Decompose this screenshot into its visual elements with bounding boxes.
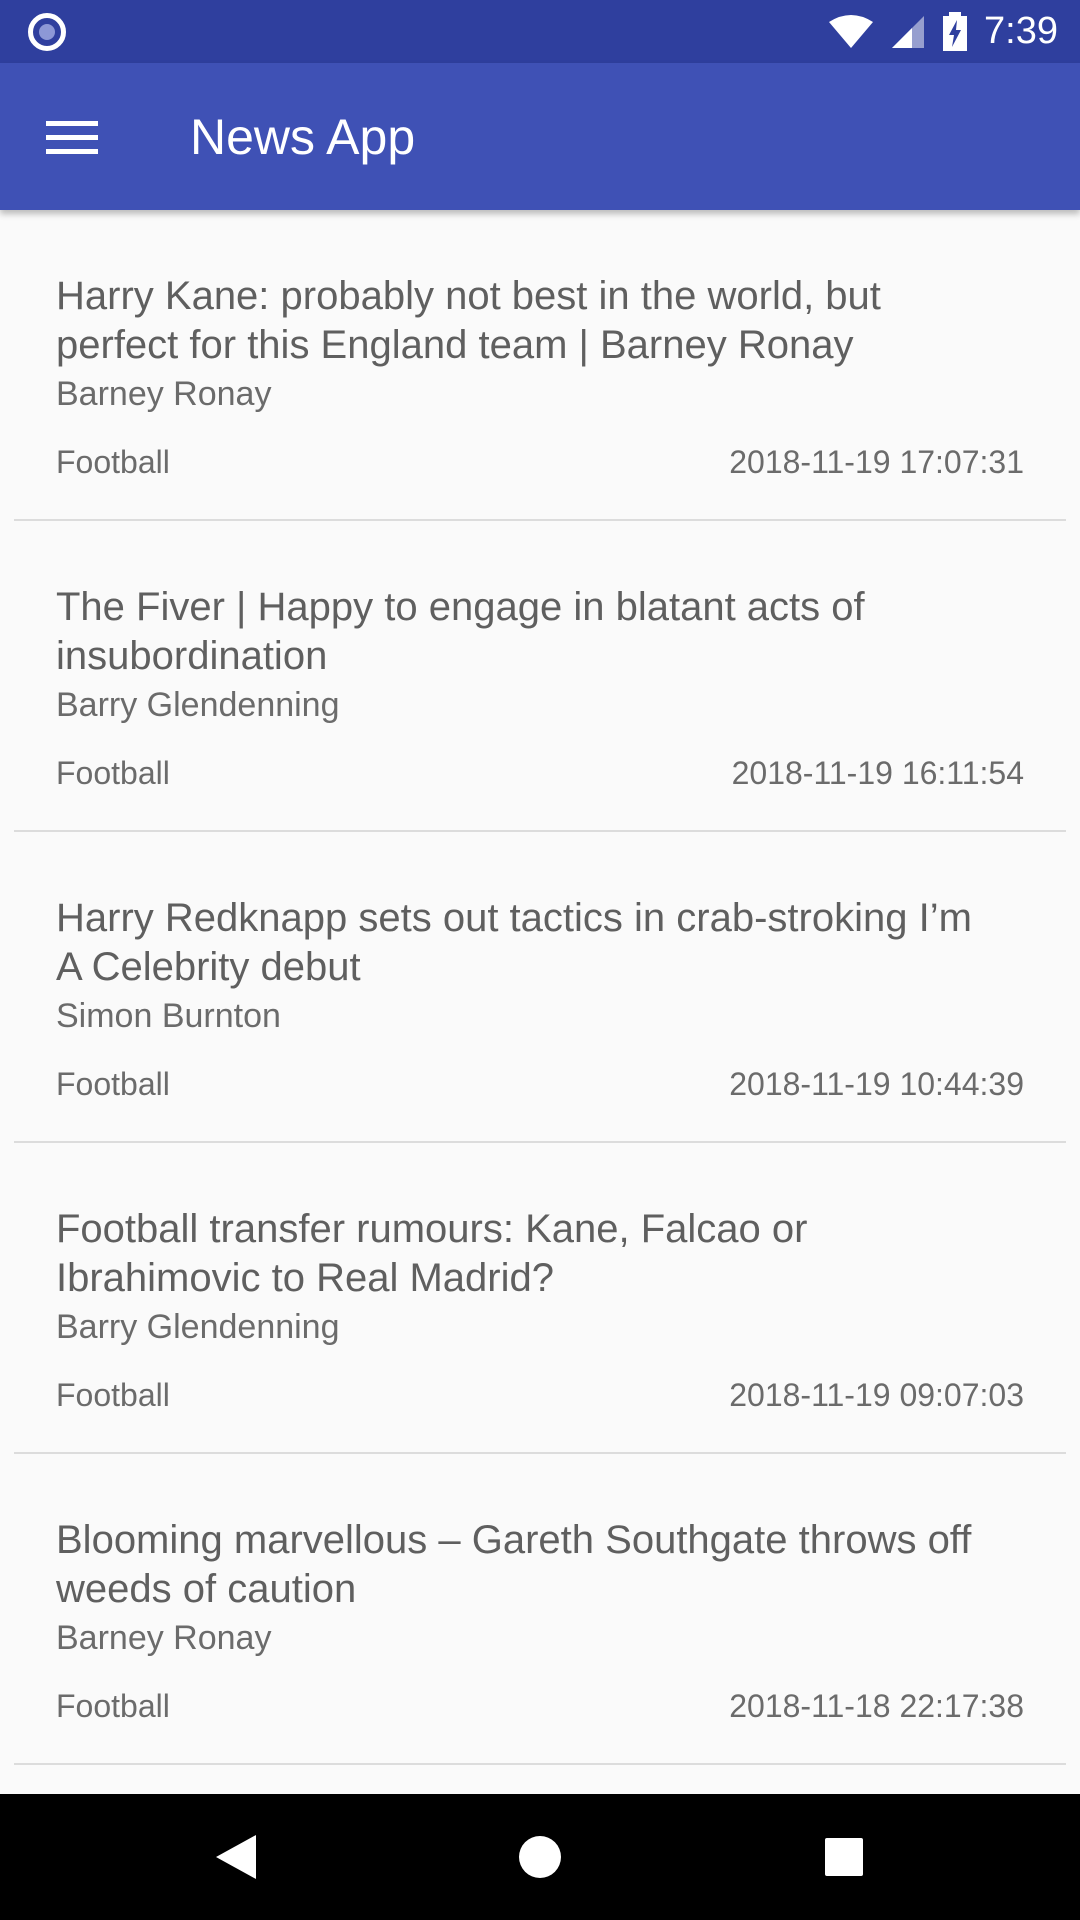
article-section: Football xyxy=(56,1377,170,1413)
article-date: 2018-11-19 16:11:54 xyxy=(731,755,1024,791)
article-card[interactable]: Harry Redknapp sets out tactics in crab-… xyxy=(14,832,1066,1143)
article-title: The Fiver | Happy to engage in blatant a… xyxy=(56,585,865,678)
wifi-icon xyxy=(829,14,874,48)
status-icons: 7:39 xyxy=(828,0,1058,63)
article-section: Football xyxy=(56,444,170,480)
status-time: 7:39 xyxy=(984,10,1058,52)
back-button[interactable] xyxy=(206,1827,266,1887)
article-card[interactable]: Football transfer rumours: Kane, Falcao … xyxy=(14,1143,1066,1454)
article-date: 2018-11-19 10:44:39 xyxy=(729,1066,1024,1102)
article-title: Blooming marvellous – Gareth Southgate t… xyxy=(56,1518,972,1611)
article-list[interactable]: Harry Kane: probably not best in the wor… xyxy=(0,210,1080,1794)
article-title: Harry Redknapp sets out tactics in crab-… xyxy=(56,896,972,989)
article-card[interactable]: Harry Kane: probably not best in the wor… xyxy=(14,210,1066,521)
app-bar: News App xyxy=(0,63,1080,210)
battery-charging-icon xyxy=(943,11,968,51)
notification-dot-icon xyxy=(28,13,66,51)
article-date: 2018-11-19 17:07:31 xyxy=(729,444,1024,480)
app-title: News App xyxy=(190,109,416,165)
article-author: Barney Ronay xyxy=(56,375,272,413)
home-button[interactable] xyxy=(510,1827,570,1887)
article-title: Harry Kane: probably not best in the wor… xyxy=(56,274,881,367)
article-author: Barney Ronay xyxy=(56,1619,272,1657)
article-date: 2018-11-18 22:17:38 xyxy=(729,1688,1024,1724)
status-bar: 7:39 xyxy=(0,0,1080,63)
menu-button[interactable] xyxy=(40,107,104,167)
article-card[interactable]: Blooming marvellous – Gareth Southgate t… xyxy=(14,1454,1066,1765)
back-triangle-icon xyxy=(216,1835,256,1879)
article-title: Football transfer rumours: Kane, Falcao … xyxy=(56,1207,808,1300)
home-circle-icon xyxy=(519,1836,561,1878)
recents-square-icon xyxy=(825,1838,863,1876)
article-section: Football xyxy=(56,755,170,791)
cell-signal-icon xyxy=(892,15,925,48)
article-date: 2018-11-19 09:07:03 xyxy=(729,1377,1024,1413)
hamburger-menu-icon xyxy=(46,121,98,154)
article-author: Simon Burnton xyxy=(56,997,281,1035)
article-section: Football xyxy=(56,1066,170,1102)
article-card[interactable]: The Fiver | Happy to engage in blatant a… xyxy=(14,521,1066,832)
article-author: Barry Glendenning xyxy=(56,1308,340,1346)
article-author: Barry Glendenning xyxy=(56,686,340,724)
navigation-bar xyxy=(0,1794,1080,1920)
article-section: Football xyxy=(56,1688,170,1724)
recents-button[interactable] xyxy=(814,1827,874,1887)
